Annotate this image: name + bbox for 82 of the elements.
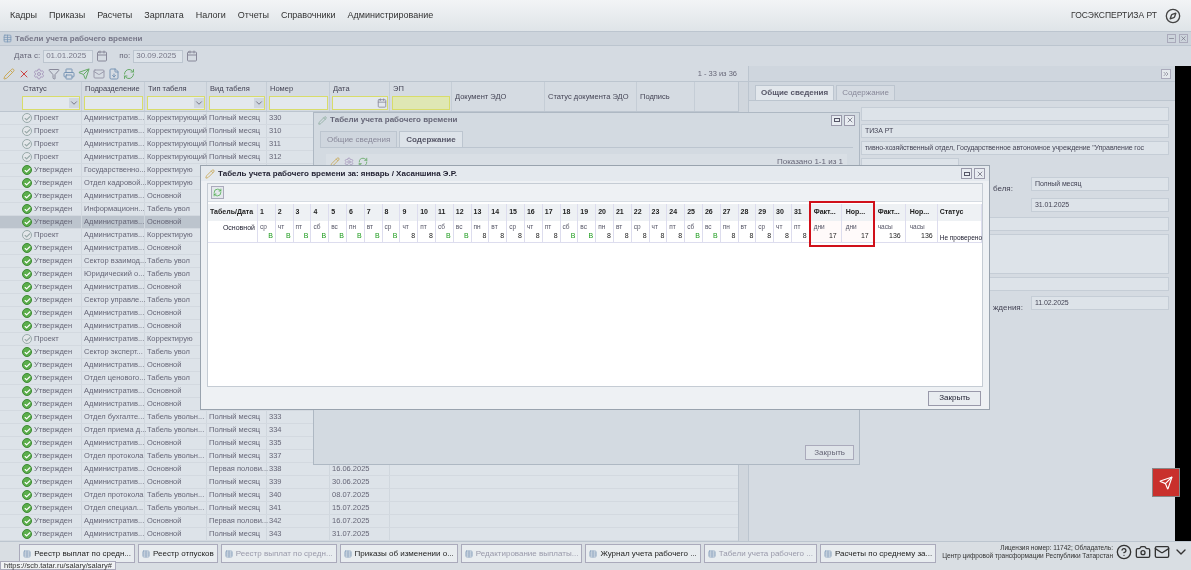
close-icon (845, 116, 854, 124)
filter-field[interactable] (84, 96, 143, 110)
expand-button[interactable] (1161, 68, 1171, 79)
edit-icon (318, 115, 327, 125)
mail-icon[interactable] (1154, 544, 1170, 560)
filter-field[interactable] (332, 96, 388, 110)
menu-item[interactable]: Приказы (43, 8, 92, 23)
pager-text: Показано 1-1 из 1 (776, 156, 843, 168)
menu-item[interactable]: Администрирование (341, 8, 440, 23)
refresh-icon[interactable] (123, 67, 135, 80)
send-icon[interactable] (78, 67, 90, 80)
chevrons-right-icon (1162, 69, 1170, 78)
calendar-icon[interactable] (96, 50, 109, 62)
table-icon (343, 549, 352, 558)
taskbar-tab[interactable]: Реестр отпусков (138, 544, 218, 563)
field-label: по: (119, 50, 131, 62)
close-button[interactable] (974, 168, 985, 179)
calendar-icon[interactable] (186, 50, 199, 62)
table-icon (464, 549, 473, 558)
dropdown-icon[interactable] (69, 98, 79, 108)
table-icon (224, 549, 233, 558)
filter-field[interactable] (147, 96, 205, 110)
close-icon (975, 169, 984, 178)
close-button[interactable] (844, 114, 855, 126)
menu-item[interactable]: Справочники (274, 8, 342, 23)
field-label: Дата с: (14, 50, 41, 62)
table-icon (707, 549, 716, 558)
dialog-title: Табель учета рабочего времени за: январь / Хасаншина Э.Р. (218, 167, 458, 180)
maximize-button[interactable] (831, 114, 842, 126)
edit-icon (205, 168, 215, 179)
date-field[interactable]: 01.01.2025 (43, 49, 94, 63)
dropdown-icon[interactable] (254, 98, 264, 108)
print-icon[interactable] (63, 67, 75, 80)
menu-item[interactable]: Отчеты (231, 8, 275, 23)
taskbar-tab[interactable]: Реестр выплат по средн... (19, 544, 136, 563)
close-button[interactable] (1179, 34, 1188, 43)
refresh-icon (213, 188, 222, 197)
table-icon (823, 549, 832, 558)
organization-name: ГОСЭКСПЕРТИЗА РТ (1071, 9, 1157, 22)
table-icon (23, 549, 32, 558)
tab[interactable]: Общие сведения (755, 85, 835, 100)
taskbar-tab[interactable]: Приказы об изменении о... (339, 544, 458, 563)
refresh-icon[interactable] (358, 157, 368, 167)
text-field[interactable] (861, 107, 1169, 121)
maximize-button[interactable] (961, 168, 972, 179)
table-icon (142, 549, 151, 558)
calendar-icon[interactable] (377, 98, 387, 108)
minimize-icon (1168, 35, 1175, 42)
taskbar-tab[interactable]: Расчеты по среднему за... (819, 544, 937, 563)
dialog-title: Табели учета рабочего времени (330, 114, 458, 126)
table-icon (3, 34, 12, 43)
filter-field[interactable] (392, 96, 450, 110)
edit-icon[interactable] (3, 67, 15, 80)
menu-item[interactable]: Налоги (189, 8, 232, 23)
refresh-button[interactable] (211, 186, 224, 199)
app-icon[interactable] (1152, 468, 1180, 497)
panel-title: Табели учета рабочего времени (15, 32, 143, 45)
filter-icon[interactable] (48, 67, 60, 80)
close-button[interactable]: Закрыть (805, 445, 854, 460)
date-field[interactable]: 30.09.2025 (133, 49, 184, 63)
menu-item[interactable]: Расчеты (91, 8, 139, 23)
field-label: беля: (993, 183, 1013, 195)
tab[interactable]: Содержание (399, 131, 463, 147)
dropdown-icon[interactable] (194, 98, 204, 108)
settings-icon[interactable] (344, 157, 354, 167)
settings-icon[interactable] (33, 67, 45, 80)
close-button[interactable]: Закрыть (928, 390, 981, 406)
camera-icon[interactable] (1135, 544, 1151, 560)
filter-field[interactable] (269, 96, 328, 110)
minimize-button[interactable] (1167, 34, 1176, 43)
close-icon (1180, 35, 1187, 42)
menu-item[interactable]: Кадры (4, 8, 43, 23)
filter-field[interactable] (209, 96, 265, 110)
help-icon[interactable] (1116, 544, 1132, 560)
taskbar-tab[interactable]: Журнал учета рабочего ... (585, 544, 701, 563)
export-icon[interactable] (108, 67, 120, 80)
compass-icon[interactable] (1165, 7, 1181, 24)
edit-icon[interactable] (330, 157, 340, 167)
field-label: ждения: (993, 302, 1023, 314)
table-icon (589, 549, 598, 558)
filter-field[interactable] (22, 96, 80, 110)
menu-item[interactable]: Зарплата (138, 8, 190, 23)
